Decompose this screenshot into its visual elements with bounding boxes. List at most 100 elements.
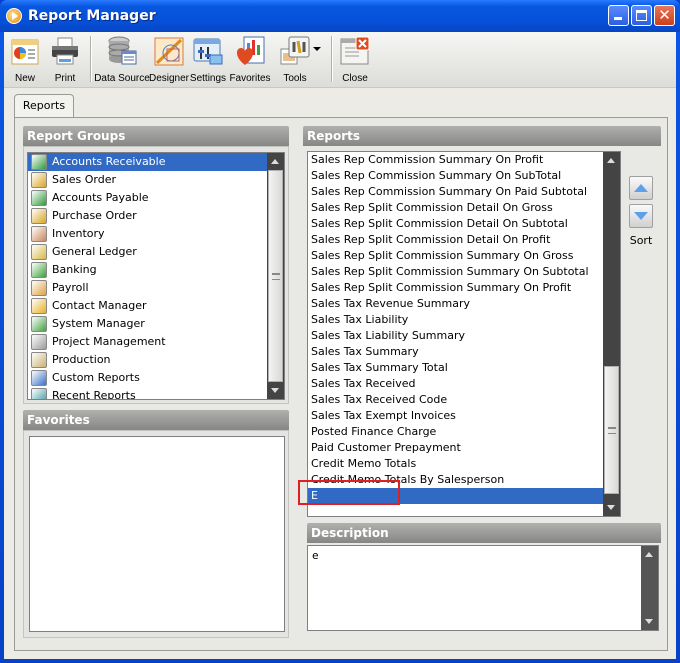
report-item[interactable]: Sales Rep Split Commission Detail On Pro… [308,232,620,248]
report-item[interactable]: Sales Tax Summary [308,344,620,360]
report-group-item[interactable]: Accounts Receivable [28,153,284,171]
production-icon [31,352,47,368]
tools-dropdown-arrow-icon[interactable] [313,47,321,51]
reports-tab-page: Report Groups Accounts Receivable Sales O… [14,117,668,651]
report-group-item[interactable]: Project Management [28,333,284,351]
favorites-panel [23,430,289,638]
general-ledger-icon [31,244,47,260]
report-item[interactable]: Sales Tax Liability [308,312,620,328]
sort-up-button[interactable] [629,176,653,200]
report-item[interactable]: Credit Memo Totals [308,456,620,472]
toolbar-separator [90,36,91,82]
report-item[interactable]: Posted Finance Charge [308,424,620,440]
accounts-payable-icon [31,190,47,206]
reports-list[interactable]: Sales Rep Commission Summary On Profit Sa… [307,151,621,517]
new-button[interactable]: New [6,32,44,86]
tools-button[interactable]: Tools [273,32,327,86]
recent-reports-icon [31,388,47,399]
favorites-list[interactable] [29,436,285,632]
favorites-header: Favorites [23,410,289,430]
report-group-label: Purchase Order [52,209,137,222]
settings-icon [192,35,224,67]
description-textarea[interactable]: e [307,545,659,631]
reports-panel: Sales Rep Commission Summary On Profit Sa… [303,146,661,518]
close-button[interactable]: Close [336,32,374,86]
report-group-label: Project Management [52,335,166,348]
report-groups-list[interactable]: Accounts Receivable Sales Order Accounts P… [27,152,285,400]
client-area: New Print Data Source Designer Settings … [4,32,676,659]
report-group-label: Sales Order [52,173,117,186]
report-item[interactable]: Sales Tax Revenue Summary [308,296,620,312]
report-groups-panel: Accounts Receivable Sales Order Accounts P… [23,146,289,404]
report-item[interactable]: Sales Rep Commission Summary On Profit [308,152,620,168]
scroll-up-icon[interactable] [267,153,284,170]
report-item[interactable]: Sales Tax Summary Total [308,360,620,376]
scroll-up-icon[interactable] [641,546,658,563]
print-button[interactable]: Print [44,32,86,86]
reports-header: Reports [303,126,661,146]
report-item[interactable]: Sales Tax Exempt Invoices [308,408,620,424]
report-group-item[interactable]: Contact Manager [28,297,284,315]
report-group-label: Contact Manager [52,299,147,312]
description-scrollbar[interactable] [641,546,658,630]
designer-button[interactable]: Designer [149,32,189,86]
report-groups-scrollbar[interactable] [267,153,284,399]
report-item[interactable]: Sales Tax Received [308,376,620,392]
report-group-item[interactable]: General Ledger [28,243,284,261]
report-group-label: Payroll [52,281,89,294]
window-title: Report Manager [28,8,156,24]
report-item[interactable]: Sales Rep Split Commission Summary On Pr… [308,280,620,296]
report-group-item[interactable]: Banking [28,261,284,279]
report-item[interactable]: Sales Tax Liability Summary [308,328,620,344]
report-item[interactable]: Paid Customer Prepayment [308,440,620,456]
sort-down-button[interactable] [629,204,653,228]
report-group-item[interactable]: Accounts Payable [28,189,284,207]
report-item[interactable]: Sales Tax Received Code [308,392,620,408]
report-group-item[interactable]: Purchase Order [28,207,284,225]
report-group-label: General Ledger [52,245,137,258]
designer-icon [153,35,185,67]
scroll-down-icon[interactable] [641,613,658,630]
report-group-label: Accounts Receivable [52,155,166,168]
report-group-item[interactable]: Sales Order [28,171,284,189]
report-item[interactable]: Sales Rep Split Commission Summary On Su… [308,264,620,280]
maximize-button[interactable] [631,5,652,26]
close-window-button[interactable]: ✕ [654,5,675,26]
report-group-item[interactable]: Recent Reports [28,387,284,399]
maximize-icon [636,10,647,21]
report-group-label: Production [52,353,111,366]
scroll-down-icon[interactable] [603,499,620,516]
scroll-thumb[interactable] [268,170,283,382]
report-group-label: Inventory [52,227,105,240]
report-item[interactable]: Sales Rep Split Commission Summary On Gr… [308,248,620,264]
minimize-button[interactable] [608,5,629,26]
report-group-item[interactable]: Custom Reports [28,369,284,387]
purchase-order-icon [31,208,47,224]
settings-button[interactable]: Settings [189,32,227,86]
report-group-item[interactable]: System Manager [28,315,284,333]
favorites-button[interactable]: Favorites [227,32,273,86]
highlight-annotation-box [298,480,400,505]
title-bar[interactable]: Report Manager ✕ [0,0,680,32]
report-item[interactable]: Sales Rep Split Commission Detail On Gro… [308,200,620,216]
reports-scrollbar[interactable] [603,152,620,516]
report-groups-header: Report Groups [23,126,289,146]
data-source-button[interactable]: Data Source [94,32,150,86]
report-group-item[interactable]: Inventory [28,225,284,243]
database-icon [106,35,138,67]
system-manager-icon [31,316,47,332]
scroll-up-icon[interactable] [603,152,620,169]
report-group-item[interactable]: Production [28,351,284,369]
scroll-down-icon[interactable] [267,382,284,399]
report-item[interactable]: Sales Rep Commission Summary On SubTotal [308,168,620,184]
project-management-icon [31,334,47,350]
report-item[interactable]: Sales Rep Commission Summary On Paid Sub… [308,184,620,200]
printer-icon [49,35,81,67]
new-report-icon [9,35,41,67]
tab-reports[interactable]: Reports [14,94,74,118]
report-item[interactable]: Sales Rep Split Commission Detail On Sub… [308,216,620,232]
report-manager-window: Report Manager ✕ New Print Data Source D… [0,0,680,663]
scroll-thumb[interactable] [604,366,619,494]
report-group-item[interactable]: Payroll [28,279,284,297]
report-group-label: System Manager [52,317,145,330]
